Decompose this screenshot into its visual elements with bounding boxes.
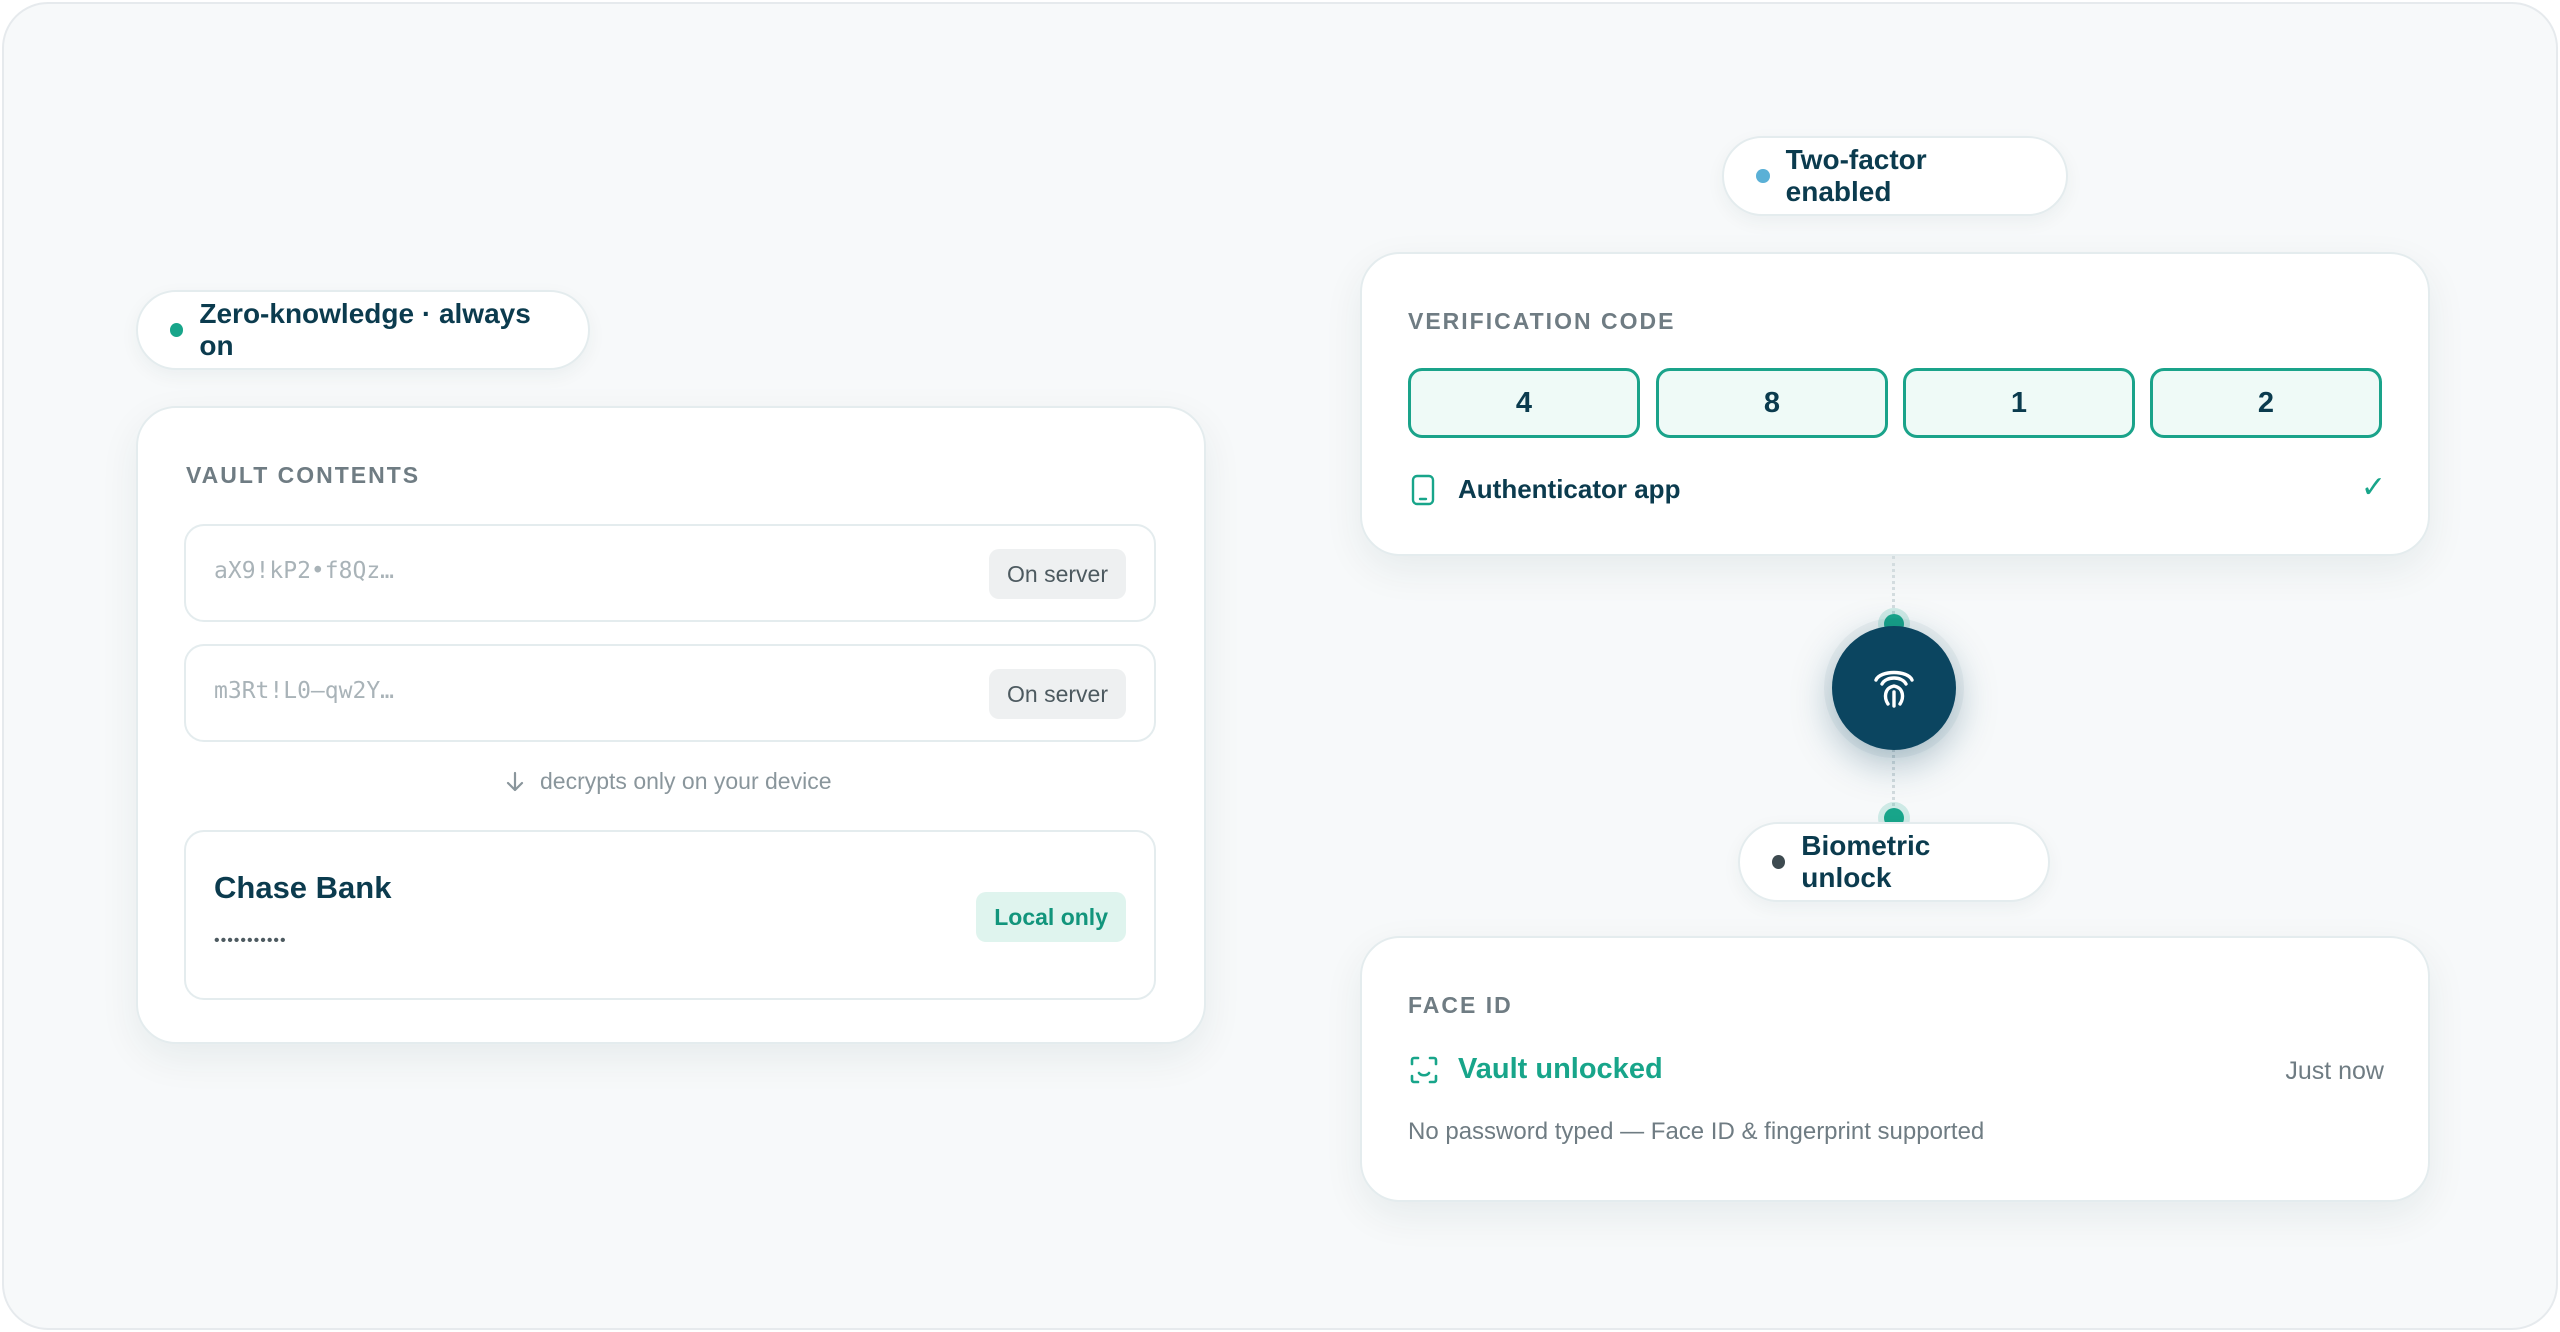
status-dot (170, 323, 184, 337)
arrow-down-icon (506, 771, 524, 791)
fingerprint-icon (1874, 670, 1914, 708)
decrypt-hint-text: decrypts only on your device (540, 768, 832, 794)
on-server-badge: On server (989, 669, 1126, 719)
encrypted-item[interactable]: aX9!kP2•f8Qz… On server (184, 524, 1156, 622)
encrypted-item[interactable]: m3Rt!L0—qw2Y… On server (184, 644, 1156, 742)
item-name: Chase Bank (214, 870, 392, 905)
code-digit[interactable]: 2 (2150, 368, 2382, 438)
on-server-badge: On server (989, 549, 1126, 599)
verified-check-icon: ✓ (2360, 471, 2386, 504)
phone-icon (1411, 474, 1435, 506)
code-digit[interactable]: 4 (1408, 368, 1640, 438)
face-id-note: No password typed — Face ID & fingerprin… (1408, 1118, 1985, 1145)
zero-knowledge-pill: Zero-knowledge · always on (136, 290, 590, 370)
cipher-text: aX9!kP2•f8Qz… (214, 558, 395, 584)
decrypted-item[interactable]: Chase Bank ••••••••••• Local only (184, 830, 1156, 1000)
zero-knowledge-label: Zero-knowledge · always on (199, 298, 531, 361)
vault-contents-card: VAULT CONTENTS aX9!kP2•f8Qz… On server m… (136, 406, 1206, 1044)
vault-unlocked-label: Vault unlocked (1458, 1053, 1663, 1085)
cipher-text: m3Rt!L0—qw2Y… (214, 678, 395, 704)
code-digit[interactable]: 8 (1656, 368, 1888, 438)
two-factor-label: Two-factor enabled (1785, 144, 1927, 207)
unlock-time: Just now (2285, 1057, 2384, 1085)
status-dot (1756, 169, 1770, 183)
vault-contents-title: VAULT CONTENTS (186, 462, 421, 488)
biometric-node[interactable] (1832, 626, 1956, 750)
authenticator-app-label: Authenticator app (1458, 474, 1681, 504)
biometric-unlock-pill: Biometric unlock (1738, 822, 2050, 902)
face-id-card: FACE ID Vault unlocked Just now No passw… (1360, 936, 2430, 1202)
canvas: Zero-knowledge · always on VAULT CONTENT… (2, 2, 2558, 1330)
local-only-badge: Local only (976, 892, 1126, 942)
two-factor-pill: Two-factor enabled (1722, 136, 2068, 216)
decrypt-hint: decrypts only on your device (504, 768, 832, 795)
verification-code-title: VERIFICATION CODE (1408, 308, 1676, 334)
face-scan-icon (1410, 1056, 1438, 1084)
face-id-title: FACE ID (1408, 992, 1513, 1018)
verification-code-card: VERIFICATION CODE 4 8 1 2 Authenticator … (1360, 252, 2430, 556)
masked-password: ••••••••••• (214, 932, 287, 949)
code-digit[interactable]: 1 (1903, 368, 2135, 438)
biometric-unlock-label: Biometric unlock (1801, 830, 1931, 893)
status-dot (1772, 855, 1786, 869)
